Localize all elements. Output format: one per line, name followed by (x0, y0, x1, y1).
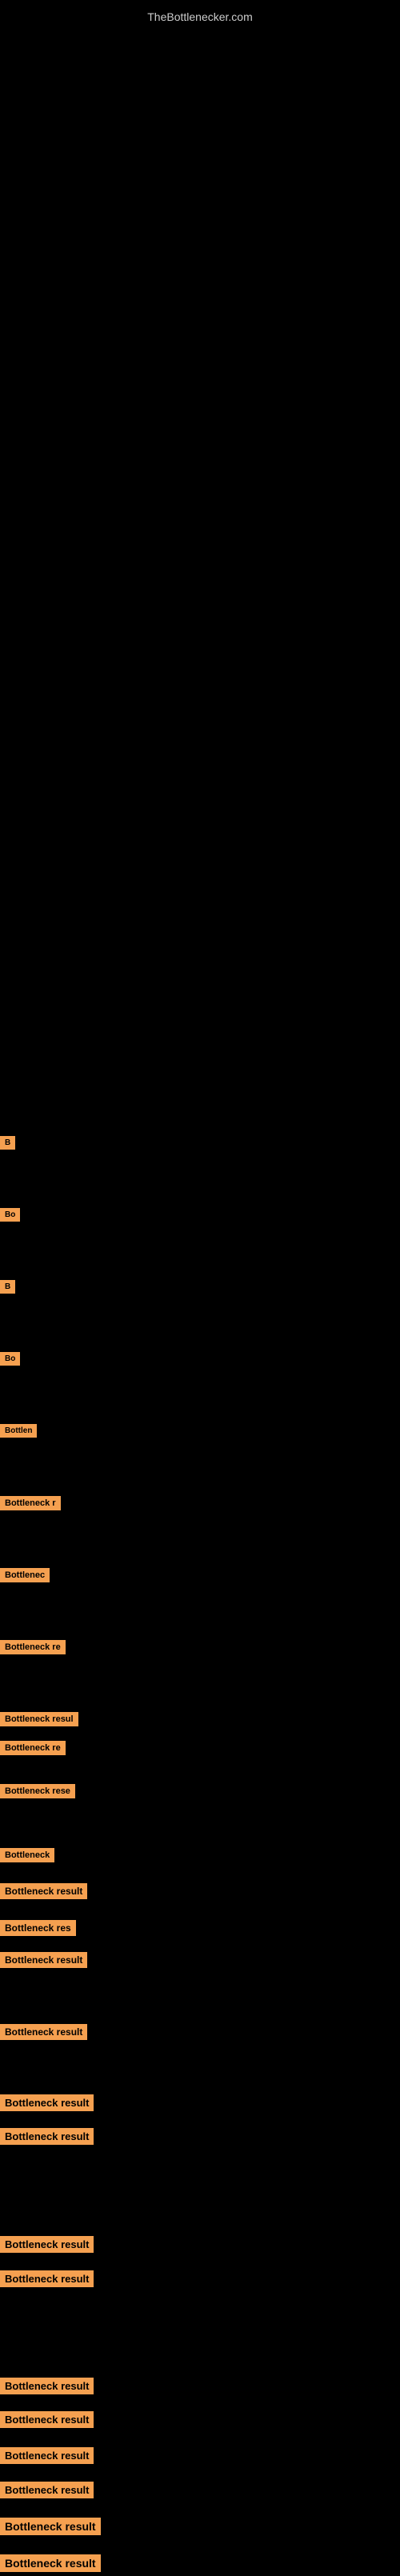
bottleneck-label-23: Bottleneck result (0, 2447, 94, 2468)
bottleneck-label-22: Bottleneck result (0, 2411, 94, 2432)
bottleneck-text-26: Bottleneck result (0, 2554, 101, 2572)
bottleneck-label-4: Bo (0, 1352, 20, 1370)
bottleneck-text-12: Bottleneck (0, 1848, 54, 1862)
site-title: TheBottlenecker.com (0, 4, 400, 30)
bottleneck-label-26: Bottleneck result (0, 2554, 101, 2576)
bottleneck-label-15: Bottleneck result (0, 1952, 87, 1972)
bottleneck-text-19: Bottleneck result (0, 2236, 94, 2253)
bottleneck-text-17: Bottleneck result (0, 2094, 94, 2111)
bottleneck-text-18: Bottleneck result (0, 2128, 94, 2145)
bottleneck-text-20: Bottleneck result (0, 2270, 94, 2287)
bottleneck-label-5: Bottlen (0, 1424, 37, 1442)
bottleneck-text-23: Bottleneck result (0, 2447, 94, 2464)
bottleneck-text-6: Bottleneck r (0, 1496, 61, 1510)
bottleneck-text-5: Bottlen (0, 1424, 37, 1438)
bottleneck-text-8: Bottleneck re (0, 1640, 66, 1654)
bottleneck-text-22: Bottleneck result (0, 2411, 94, 2428)
bottleneck-label-9: Bottleneck resul (0, 1712, 78, 1730)
bottleneck-text-15: Bottleneck result (0, 1952, 87, 1968)
bottleneck-text-25: Bottleneck result (0, 2518, 101, 2535)
bottleneck-label-2: Bo (0, 1208, 20, 1226)
bottleneck-text-3: B (0, 1280, 15, 1294)
bottleneck-text-11: Bottleneck rese (0, 1784, 75, 1798)
bottleneck-label-21: Bottleneck result (0, 2378, 94, 2398)
bottleneck-text-13: Bottleneck result (0, 1883, 87, 1899)
bottleneck-label-6: Bottleneck r (0, 1496, 61, 1514)
bottleneck-text-9: Bottleneck resul (0, 1712, 78, 1726)
bottleneck-label-7: Bottlenec (0, 1568, 50, 1586)
bottleneck-label-8: Bottleneck re (0, 1640, 66, 1658)
bottleneck-text-21: Bottleneck result (0, 2378, 94, 2394)
bottleneck-text-4: Bo (0, 1352, 20, 1366)
bottleneck-label-14: Bottleneck res (0, 1920, 76, 1940)
bottleneck-label-19: Bottleneck result (0, 2236, 94, 2257)
bottleneck-text-1: B (0, 1136, 15, 1150)
bottleneck-label-18: Bottleneck result (0, 2128, 94, 2149)
bottleneck-label-11: Bottleneck rese (0, 1784, 75, 1802)
bottleneck-label-12: Bottleneck (0, 1848, 54, 1866)
bottleneck-label-13: Bottleneck result (0, 1883, 87, 1903)
bottleneck-label-17: Bottleneck result (0, 2094, 94, 2115)
bottleneck-label-20: Bottleneck result (0, 2270, 94, 2291)
bottleneck-label-1: B (0, 1136, 15, 1154)
bottleneck-label-16: Bottleneck result (0, 2024, 87, 2044)
bottleneck-text-14: Bottleneck res (0, 1920, 76, 1936)
bottleneck-text-7: Bottlenec (0, 1568, 50, 1582)
bottleneck-text-16: Bottleneck result (0, 2024, 87, 2040)
bottleneck-text-10: Bottleneck re (0, 1741, 66, 1755)
bottleneck-label-24: Bottleneck result (0, 2482, 94, 2502)
bottleneck-label-3: B (0, 1280, 15, 1298)
bottleneck-label-10: Bottleneck re (0, 1741, 66, 1759)
bottleneck-text-2: Bo (0, 1208, 20, 1222)
bottleneck-text-24: Bottleneck result (0, 2482, 94, 2498)
bottleneck-label-25: Bottleneck result (0, 2518, 101, 2539)
